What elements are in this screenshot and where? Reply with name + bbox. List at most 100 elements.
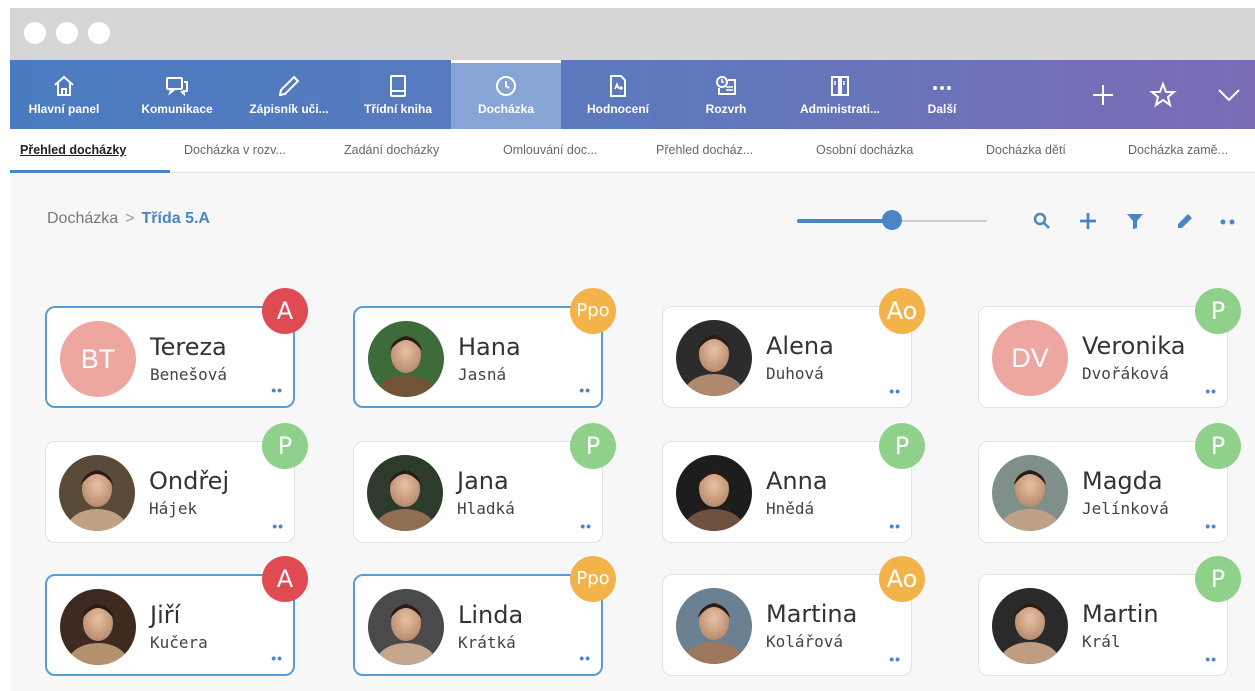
student-card[interactable]: Martina Kolářová •• (662, 574, 912, 676)
card-more-button[interactable]: •• (579, 650, 591, 666)
attendance-badge[interactable]: P (879, 423, 925, 469)
student-card[interactable]: Alena Duhová •• (662, 306, 912, 408)
tab-prehled-dochazky[interactable]: Přehled docházky (20, 143, 126, 157)
plus-icon[interactable] (1088, 80, 1118, 110)
nav-item-administrace[interactable]: Administrati... (780, 60, 900, 129)
clock-icon (496, 76, 516, 96)
tab-osobni-dochazka[interactable]: Osobní docházka (816, 143, 913, 157)
card-more-button[interactable]: •• (889, 383, 901, 399)
student-last-name: Hnědá (766, 499, 815, 518)
filter-icon[interactable] (1123, 209, 1147, 233)
attendance-badge[interactable]: P (570, 423, 616, 469)
nav-item-zapisnik[interactable]: Zápisník uči... (234, 60, 344, 129)
zoom-slider-fill (797, 219, 892, 223)
nav-item-dochazka[interactable]: Docházka (451, 60, 561, 129)
attendance-badge[interactable]: Ppo (570, 288, 616, 334)
card-more-button[interactable]: •• (580, 518, 592, 534)
avatar-photo (368, 321, 444, 397)
student-last-name: Hájek (149, 499, 198, 518)
card-more-button[interactable]: •• (271, 382, 283, 398)
card-more-button[interactable]: •• (1205, 383, 1217, 399)
student-first-name: Martina (766, 600, 858, 628)
student-last-name: Duhová (766, 364, 824, 383)
tab-omlouvani-dochazky[interactable]: Omlouvání doc... (503, 143, 598, 157)
nav-label: Další (927, 102, 957, 116)
home-icon (54, 75, 74, 96)
star-icon[interactable] (1148, 80, 1178, 110)
student-first-name: Anna (766, 467, 828, 495)
attendance-badge[interactable]: P (262, 423, 308, 469)
nav-item-dalsi[interactable]: Další (902, 60, 982, 129)
main-nav: Hlavní panel Komunikace Zápisník uči... … (10, 60, 1255, 129)
tab-dochazka-zamestnancu[interactable]: Docházka zamě... (1128, 143, 1228, 157)
nav-label: Komunikace (141, 102, 213, 116)
window-dot-close[interactable] (24, 22, 46, 44)
card-more-button[interactable]: •• (889, 651, 901, 667)
card-more-button[interactable]: •• (1205, 651, 1217, 667)
breadcrumb-current: Třída 5.A (141, 210, 210, 227)
student-card[interactable]: Jiří Kučera •• (45, 574, 295, 676)
student-card[interactable]: BT Tereza Benešová •• (45, 306, 295, 408)
student-card[interactable]: Anna Hnědá •• (662, 441, 912, 543)
nav-item-hodnoceni[interactable]: Hodnocení (564, 60, 672, 129)
attendance-badge[interactable]: Ao (879, 288, 925, 334)
attendance-badge[interactable]: P (1195, 556, 1241, 602)
nav-item-rozvrh[interactable]: Rozvrh (674, 60, 778, 129)
nav-item-hlavni-panel[interactable]: Hlavní panel (10, 60, 118, 129)
student-card[interactable]: Magda Jelínková •• (978, 441, 1228, 543)
nav-item-tridni-kniha[interactable]: Třídní kniha (346, 60, 450, 129)
student-last-name: Jelínková (1082, 499, 1169, 518)
nav-label: Zápisník uči... (249, 102, 329, 116)
window-titlebar (10, 8, 1255, 60)
subtab-bar: Přehled docházky Docházka v rozv... Zadá… (10, 129, 1255, 173)
attendance-badge[interactable]: Ao (879, 556, 925, 602)
attendance-badge[interactable]: Ppo (570, 556, 616, 602)
avatar-initials: DV (992, 320, 1068, 396)
breadcrumb-root[interactable]: Docházka (47, 210, 118, 227)
avatar-photo (676, 455, 752, 531)
grade-icon (610, 75, 626, 97)
window-dot-maximize[interactable] (88, 22, 110, 44)
schedule-icon (716, 76, 736, 95)
attendance-badge[interactable]: A (262, 556, 308, 602)
student-card[interactable]: Jana Hladká •• (353, 441, 603, 543)
card-more-button[interactable]: •• (579, 382, 591, 398)
student-last-name: Benešová (150, 365, 228, 384)
main-content: Docházka > Třída 5.A BT Tereza Benešová •• A Ha… (10, 173, 1255, 691)
student-first-name: Magda (1082, 467, 1163, 495)
tab-prehled-dochazky-2[interactable]: Přehled docház... (656, 143, 753, 157)
card-more-button[interactable]: •• (1205, 518, 1217, 534)
avatar-photo (367, 455, 443, 531)
student-last-name: Jasná (458, 365, 507, 384)
zoom-slider-handle[interactable] (882, 210, 902, 230)
window-dot-minimize[interactable] (56, 22, 78, 44)
tab-zadani-dochazky[interactable]: Zadání docházky (344, 143, 439, 157)
student-last-name: Krátká (458, 633, 516, 652)
plus-icon[interactable] (1076, 209, 1100, 233)
student-card[interactable]: Martin Král •• (978, 574, 1228, 676)
chat-icon (166, 77, 188, 97)
student-card[interactable]: Ondřej Hájek •• (45, 441, 295, 543)
nav-label: Administrati... (799, 102, 880, 116)
tab-dochazka-v-rozvrhu[interactable]: Docházka v rozv... (184, 143, 286, 157)
attendance-badge[interactable]: A (262, 288, 308, 334)
card-more-button[interactable]: •• (889, 518, 901, 534)
more-icon[interactable] (1216, 209, 1240, 233)
card-more-button[interactable]: •• (272, 518, 284, 534)
edit-icon[interactable] (1173, 209, 1197, 233)
tab-dochazka-deti[interactable]: Docházka dětí (986, 143, 1066, 157)
search-icon[interactable] (1030, 209, 1054, 233)
more-icon (933, 86, 951, 90)
student-card[interactable]: DV Veronika Dvořáková •• (978, 306, 1228, 408)
nav-item-komunikace[interactable]: Komunikace (122, 60, 232, 129)
avatar-photo (59, 455, 135, 531)
chevron-down-icon[interactable] (1214, 80, 1244, 110)
attendance-badge[interactable]: P (1195, 423, 1241, 469)
student-card[interactable]: Hana Jasná •• (353, 306, 603, 408)
student-card[interactable]: Linda Krátká •• (353, 574, 603, 676)
card-more-button[interactable]: •• (271, 650, 283, 666)
avatar-photo (368, 589, 444, 665)
breadcrumb-separator: > (125, 210, 135, 227)
attendance-badge[interactable]: P (1195, 288, 1241, 334)
book-icon (390, 75, 406, 97)
